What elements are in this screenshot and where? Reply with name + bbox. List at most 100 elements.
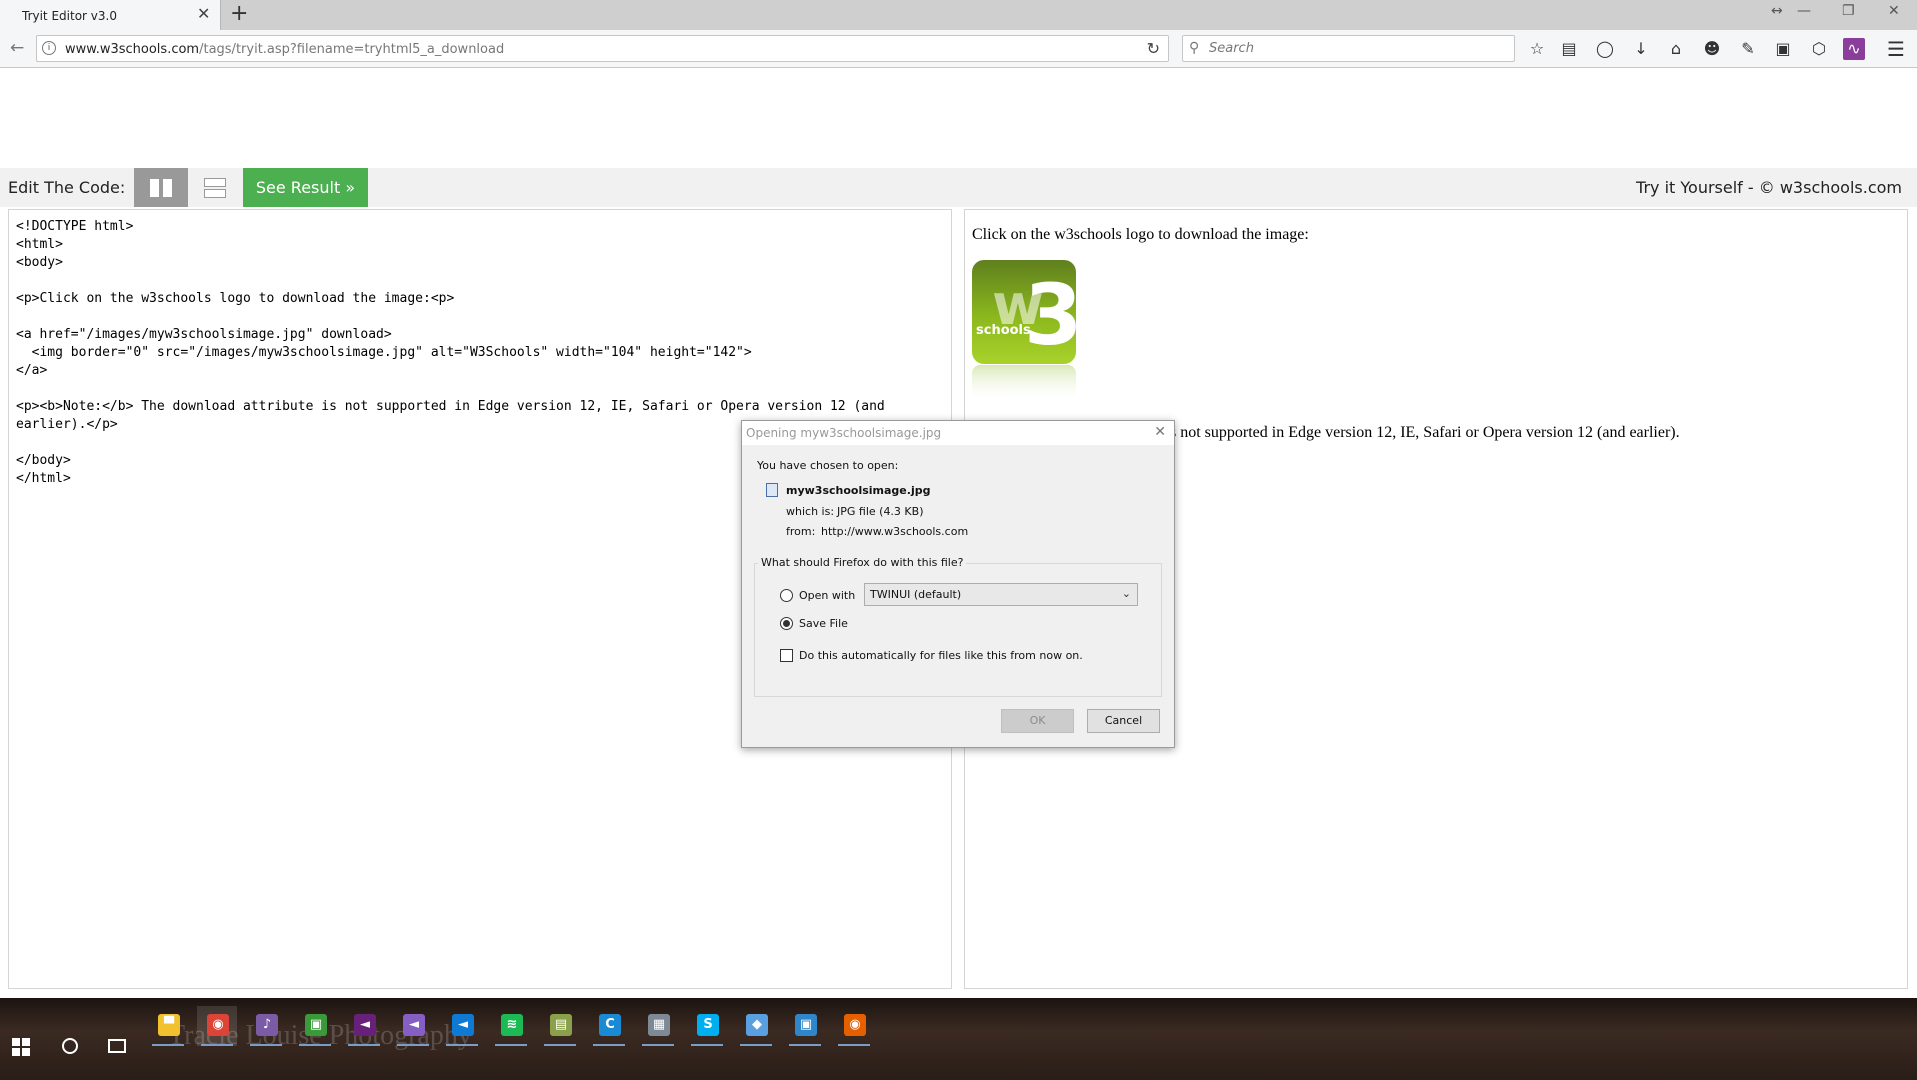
- open-with-select[interactable]: TWINUI (default) ⌄: [864, 583, 1138, 606]
- app-lightblue-icon[interactable]: ▣: [785, 1006, 825, 1046]
- running-indicator: [691, 1044, 723, 1046]
- info-icon[interactable]: i: [42, 41, 56, 55]
- minimize-button[interactable]: —: [1797, 3, 1811, 19]
- running-indicator: [642, 1044, 674, 1046]
- running-indicator: [397, 1044, 429, 1046]
- file-explorer-icon[interactable]: ▀: [148, 1006, 188, 1046]
- column-bar-icon: [150, 179, 159, 197]
- auto-action-checkbox[interactable]: [780, 649, 793, 662]
- running-indicator: [838, 1044, 870, 1046]
- start-windows-icon[interactable]: [12, 1038, 30, 1056]
- app-cyan-icon[interactable]: C: [589, 1006, 629, 1046]
- spotify-icon[interactable]: ≋: [491, 1006, 531, 1046]
- app-glyph: ▦: [648, 1014, 670, 1036]
- running-indicator: [299, 1044, 331, 1046]
- reading-list-icon[interactable]: ▤: [1558, 38, 1580, 60]
- open-with-label[interactable]: Open with: [799, 589, 855, 602]
- new-tab-button[interactable]: +: [230, 3, 248, 25]
- result-intro-text: Click on the w3schools logo to download …: [972, 226, 1309, 243]
- app-glyph: ≋: [501, 1014, 523, 1036]
- cortana-icon[interactable]: [62, 1038, 78, 1054]
- firefox-icon[interactable]: ◉: [834, 1006, 874, 1046]
- which-is-label: which is:: [786, 505, 835, 518]
- url-text[interactable]: www.w3schools.com/tags/tryit.asp?filenam…: [65, 42, 504, 57]
- from-label: from:: [786, 525, 816, 538]
- menu-icon[interactable]: ☰: [1885, 38, 1907, 60]
- back-arrow-icon[interactable]: ←: [10, 40, 24, 57]
- open-with-app: TWINUI (default): [870, 588, 962, 601]
- app-glyph: C: [599, 1014, 621, 1036]
- chevron-down-icon: ⌄: [1121, 587, 1131, 600]
- from-value: http://www.w3schools.com: [821, 525, 969, 538]
- row-bar-icon: [204, 189, 226, 198]
- layout-rows-button[interactable]: [188, 168, 242, 207]
- running-indicator: [544, 1044, 576, 1046]
- home-icon[interactable]: ⌂: [1665, 38, 1687, 60]
- search-bar[interactable]: ⚲: [1182, 35, 1515, 62]
- see-result-button[interactable]: See Result »: [243, 168, 368, 207]
- app-image-icon[interactable]: ▤: [540, 1006, 580, 1046]
- app-green-icon[interactable]: ▣: [295, 1006, 335, 1046]
- running-indicator: [250, 1044, 282, 1046]
- resize-icon[interactable]: ↔: [1771, 3, 1783, 19]
- app-glyph: ◄: [403, 1014, 425, 1036]
- w3schools-logo-link[interactable]: w 3 schools: [972, 260, 1076, 364]
- smiley-icon[interactable]: ☻: [1701, 38, 1723, 60]
- shield-icon[interactable]: ▣: [1772, 38, 1794, 60]
- image-file-icon: [766, 483, 778, 497]
- tryit-toolbar: Edit The Code: See Result » Try it Yours…: [0, 168, 1917, 207]
- rss-icon[interactable]: ∿: [1843, 38, 1865, 60]
- running-indicator: [201, 1044, 233, 1046]
- save-file-label[interactable]: Save File: [799, 617, 848, 630]
- visual-studio-icon[interactable]: ◄: [344, 1006, 384, 1046]
- windows-taskbar: Tracie Louise Photography ▀ ◉ ♪ ▣ ◄ ◄ ◄ ≋ ▤ C ▦ S ◆ ▣…: [0, 998, 1917, 1080]
- restore-button[interactable]: ❐: [1842, 3, 1855, 19]
- download-icon[interactable]: ↓: [1630, 38, 1652, 60]
- reload-icon[interactable]: ↻: [1147, 39, 1160, 58]
- vscode-icon[interactable]: ◄: [442, 1006, 482, 1046]
- app-glyph: ◆: [746, 1014, 768, 1036]
- navigation-bar: ← i www.w3schools.com/tags/tryit.asp?fil…: [0, 30, 1917, 68]
- url-host: www.w3schools.com: [65, 42, 200, 57]
- note-icon[interactable]: ✎: [1737, 38, 1759, 60]
- running-indicator: [348, 1044, 380, 1046]
- result-note-text: s not supported in Edge version 12, IE, …: [1170, 424, 1680, 441]
- auto-action-label[interactable]: Do this automatically for files like thi…: [799, 649, 1083, 662]
- url-bar[interactable]: i www.w3schools.com/tags/tryit.asp?filen…: [36, 35, 1169, 62]
- close-window-button[interactable]: ✕: [1888, 3, 1900, 19]
- app-glyph: ◄: [354, 1014, 376, 1036]
- app-purple-icon[interactable]: ♪: [246, 1006, 286, 1046]
- app-glyph: ▤: [550, 1014, 572, 1036]
- app-blue-icon[interactable]: ◆: [736, 1006, 776, 1046]
- save-file-radio[interactable]: [780, 617, 793, 630]
- download-dialog: Opening myw3schoolsimage.jpg ✕ You have …: [741, 420, 1175, 748]
- column-bar-icon: [163, 179, 172, 197]
- browser-tab[interactable]: Tryit Editor v3.0 ✕: [0, 0, 221, 30]
- tab-close-icon[interactable]: ✕: [197, 6, 210, 22]
- url-path: /tags/tryit.asp?filename=tryhtml5_a_down…: [199, 42, 505, 57]
- logo-reflection: [972, 365, 1076, 403]
- app-glyph: S: [697, 1014, 719, 1036]
- star-icon[interactable]: ☆: [1526, 38, 1548, 60]
- file-type-value: JPG file (4.3 KB): [837, 505, 924, 518]
- running-indicator: [446, 1044, 478, 1046]
- dialog-close-icon[interactable]: ✕: [1154, 424, 1166, 440]
- app-glyph: ♪: [256, 1014, 278, 1036]
- app-glyph: ▀: [158, 1014, 180, 1036]
- ok-button[interactable]: OK: [1001, 709, 1074, 733]
- pocket-icon[interactable]: ◯: [1594, 38, 1616, 60]
- edit-code-label: Edit The Code:: [8, 178, 126, 197]
- open-with-radio[interactable]: [780, 589, 793, 602]
- layout-columns-button[interactable]: [134, 168, 188, 207]
- app-gray-icon[interactable]: ▦: [638, 1006, 678, 1046]
- search-input[interactable]: [1209, 38, 1509, 59]
- app-glyph: ▣: [795, 1014, 817, 1036]
- skype-icon[interactable]: S: [687, 1006, 727, 1046]
- task-view-icon[interactable]: [108, 1039, 126, 1053]
- extension-icon[interactable]: ⬡: [1808, 38, 1830, 60]
- file-name: myw3schoolsimage.jpg: [786, 484, 931, 497]
- logo-text: schools: [976, 323, 1031, 338]
- cancel-button[interactable]: Cancel: [1087, 709, 1160, 733]
- visual-studio-alt-icon[interactable]: ◄: [393, 1006, 433, 1046]
- chrome-icon[interactable]: ◉: [197, 1006, 237, 1046]
